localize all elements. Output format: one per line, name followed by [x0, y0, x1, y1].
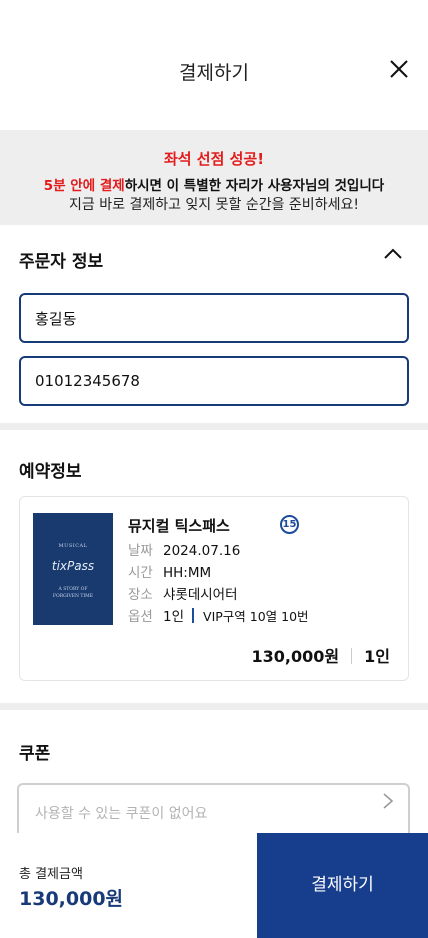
option-row: 옵션 1인 VIP구역 10열 10번 [128, 605, 309, 625]
time-row: 시간 HH:MM [128, 561, 211, 581]
show-title: 뮤지컬 틱스패스 [128, 517, 230, 535]
coupon-selector[interactable]: 사용할 수 있는 쿠폰이 없어요 [17, 783, 410, 837]
show-poster: MUSICAL tixPass A STORY OF FORGIVEN TIME [33, 513, 113, 625]
banner-headline: 좌석 선점 성공! [163, 150, 265, 168]
orderer-section-title: 주문자 정보 [19, 252, 104, 272]
close-icon[interactable] [388, 58, 410, 80]
banner-message: 5분 안에 결제하시면 이 특별한 자리가 사용자님의 것입니다 [0, 174, 428, 194]
total-label: 총 결제금액 [19, 867, 83, 882]
option-divider [192, 608, 195, 623]
coupon-placeholder: 사용할 수 있는 쿠폰이 없어요 [35, 806, 208, 822]
total-amount: 130,000원 [19, 888, 124, 910]
reservation-card: MUSICAL tixPass A STORY OF FORGIVEN TIME… [19, 496, 409, 681]
place-row: 장소 샤롯데시어터 [128, 583, 238, 603]
header: 결제하기 [0, 0, 428, 130]
reservation-section-title: 예약정보 [19, 462, 82, 482]
date-label: 날짜 [128, 543, 153, 559]
name-input[interactable] [21, 295, 407, 341]
chevron-up-icon[interactable] [383, 246, 403, 260]
chevron-right-icon [383, 793, 394, 809]
option-count: 1인 [163, 609, 185, 625]
date-row: 날짜 2024.07.16 [128, 539, 240, 559]
poster-logo: tixPass [51, 559, 95, 573]
section-divider [0, 423, 428, 430]
coupon-section-title: 쿠폰 [19, 744, 51, 764]
date-value: 2024.07.16 [163, 543, 241, 559]
place-value: 샤롯데시어터 [163, 587, 238, 603]
phone-input[interactable] [21, 358, 407, 404]
pay-button[interactable]: 결제하기 [257, 833, 428, 938]
ticket-price: 130,000원 [251, 647, 340, 666]
poster-subtitle-2: FORGIVEN TIME [52, 594, 94, 599]
payment-footer: 총 결제금액 130,000원 결제하기 [0, 833, 428, 938]
banner-highlight: 5분 안에 결제 [43, 178, 125, 194]
price-divider [351, 648, 353, 664]
time-value: HH:MM [163, 565, 212, 581]
page-title: 결제하기 [179, 62, 249, 84]
seat-hold-banner: 좌석 선점 성공! 5분 안에 결제하시면 이 특별한 자리가 사용자님의 것입… [0, 130, 428, 225]
phone-field[interactable] [19, 356, 409, 406]
price-row: 130,000원 1인 [252, 643, 390, 667]
poster-label: MUSICAL [58, 543, 88, 549]
time-label: 시간 [128, 565, 153, 581]
banner-message-rest: 하시면 이 특별한 자리가 사용자님의 것입니다 [124, 178, 385, 194]
option-seat: VIP구역 10열 10번 [203, 609, 309, 624]
banner-subtext: 지금 바로 결제하고 잊지 못할 순간을 준비하세요! [69, 197, 359, 213]
poster-subtitle-1: A STORY OF [58, 587, 88, 592]
section-divider [0, 703, 428, 710]
place-label: 장소 [128, 587, 153, 603]
name-field[interactable] [19, 293, 409, 343]
age-rating-badge: 15 [280, 515, 299, 534]
ticket-quantity: 1인 [364, 647, 390, 666]
option-label: 옵션 [128, 609, 153, 625]
